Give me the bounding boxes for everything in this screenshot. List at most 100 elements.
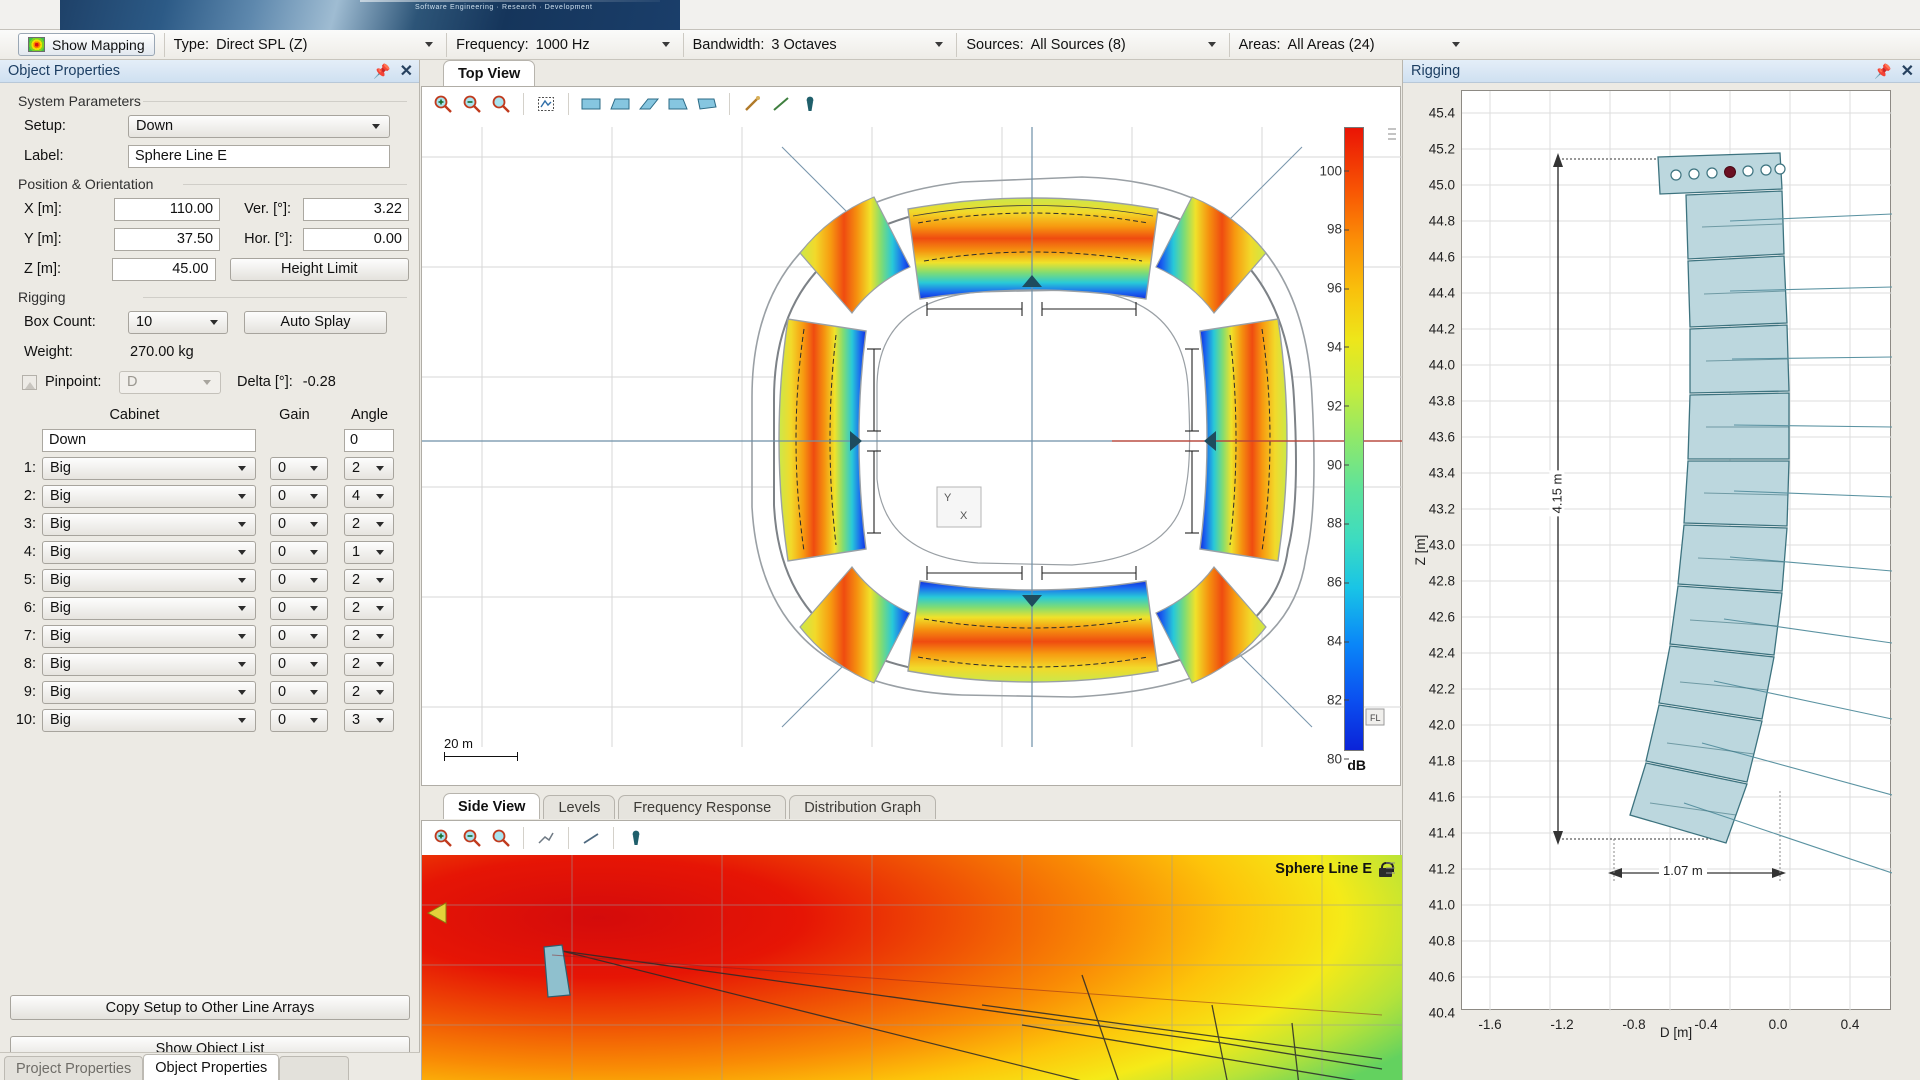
chevron-down-icon [310,549,318,555]
cabinet-type-select[interactable]: Big [42,680,256,704]
cabinet-gain-value: 0 [278,712,287,728]
bandwidth-value: 3 Octaves [771,36,837,53]
cabinet-gain-select[interactable]: 0 [270,568,328,592]
rigging-y-tick: 42.4 [1428,645,1455,661]
cabinet-type-select[interactable]: Big [42,652,256,676]
top-frame-value: Down [49,432,87,448]
cabinet-angle-select[interactable]: 3 [344,708,394,732]
cabinet-gain-select[interactable]: 0 [270,512,328,536]
cabinet-type-select[interactable]: Big [42,568,256,592]
weight-row: Weight: 270.00 kg [10,338,409,366]
cabinet-angle-select[interactable]: 1 [344,540,394,564]
rigging-y-tick: 45.2 [1428,141,1455,157]
rigging-x-tick: 0.0 [1768,1017,1788,1032]
cabinet-type-select[interactable]: Big [42,596,256,620]
frequency-selector[interactable]: Frequency: 1000 Hz [456,37,674,53]
cabinet-gain-select[interactable]: 0 [270,624,328,648]
measure-line-icon[interactable] [533,825,559,851]
type-selector[interactable]: Type: Direct SPL (Z) [174,37,437,53]
zoom-in-icon[interactable] [430,825,456,851]
cabinet-row: 3: Big 0 2 [10,510,409,538]
chevron-down-icon [210,319,218,325]
cabinet-type-select[interactable]: Big [42,708,256,732]
resize-handle[interactable] [1384,859,1398,899]
hor-input[interactable]: 0.00 [303,227,409,251]
cabinet-gain-select[interactable]: 0 [270,680,328,704]
z-input[interactable]: 45.00 [111,257,216,281]
rigging-y-tick: 43.0 [1428,537,1455,553]
rigging-title-text: Rigging [1411,63,1461,79]
cabinet-type-select[interactable]: Big [42,540,256,564]
toolbar-divider [1228,32,1230,57]
cabinet-type-select[interactable]: Big [42,624,256,648]
pin-icon[interactable]: 📌 [373,63,390,80]
draw-line-icon[interactable] [578,825,604,851]
cabinet-type-select[interactable]: Big [42,456,256,480]
label-input[interactable]: Sphere Line E [128,144,390,168]
cabinet-gain-select[interactable]: 0 [270,456,328,480]
cabinet-angle-select[interactable]: 2 [344,596,394,620]
cabinet-gain-select[interactable]: 0 [270,596,328,620]
height-limit-button[interactable]: Height Limit [229,257,409,281]
cabinet-gain-select[interactable]: 0 [270,484,328,508]
chevron-down-icon[interactable] [425,42,434,47]
cabinet-type-select[interactable]: Big [42,484,256,508]
tab-project-properties[interactable]: Project Properties [4,1056,144,1080]
cabinet-angle-select[interactable]: 2 [344,456,394,480]
top-frame-input[interactable]: Down [42,428,256,452]
setup-select[interactable]: Down [128,114,390,138]
chevron-down-icon[interactable] [661,42,670,47]
rigging-plot[interactable]: 45.4 45.2 45.0 44.8 44.6 44.4 44.2 44.0 43.8 43.6… [1429,90,1892,1032]
cabinet-type-value: Big [50,516,71,532]
copy-setup-button[interactable]: Copy Setup to Other Line Arrays [10,995,410,1020]
place-source-icon[interactable] [623,825,649,851]
tab-distribution-graph[interactable]: Distribution Graph [789,795,937,819]
center-views: Top View Y X FL 20 m 100 98 96 94 92 90 … [421,60,1402,1080]
pin-icon[interactable]: 📌 [1874,63,1891,80]
frequency-label: Frequency: [456,36,529,53]
cabinet-row: 2: Big 0 4 [10,482,409,510]
side-view-canvas[interactable]: Sphere Line E 5 m [421,820,1402,1080]
cabinet-gain-select[interactable]: 0 [270,652,328,676]
chevron-down-icon [310,605,318,611]
show-mapping-button[interactable]: Show Mapping [18,33,155,56]
cabinet-angle-select[interactable]: 2 [344,624,394,648]
delta-label: Delta [°]: [237,374,293,390]
cabinet-type-select[interactable]: Big [42,512,256,536]
zoom-fit-icon[interactable] [488,825,514,851]
chevron-down-icon[interactable] [935,42,944,47]
tab-top-view[interactable]: Top View [443,60,536,86]
auto-splay-button[interactable]: Auto Splay [244,310,387,334]
cabinet-angle-select[interactable]: 2 [344,680,394,704]
cabinet-angle-select[interactable]: 4 [344,484,394,508]
chevron-down-icon[interactable] [1207,42,1216,47]
y-input[interactable]: 37.50 [114,227,221,251]
ver-input[interactable]: 3.22 [303,197,409,221]
close-icon[interactable]: ✕ [1901,61,1914,81]
cabinet-angle-select[interactable]: 2 [344,568,394,592]
rigging-y-tick: 41.2 [1428,861,1455,877]
tab-object-properties[interactable]: Object Properties [143,1054,280,1080]
tab-side-view[interactable]: Side View [443,793,541,819]
tab-levels[interactable]: Levels [543,795,616,819]
chevron-down-icon[interactable] [1451,42,1460,47]
pinpoint-checkbox[interactable] [22,374,37,390]
zoom-out-icon[interactable] [459,825,485,851]
chevron-down-icon [238,465,246,471]
top-view-canvas[interactable]: Y X FL 20 m 100 98 96 94 92 90 88 86 84 … [421,86,1402,786]
cabinet-angle-select[interactable]: 2 [344,652,394,676]
top-view-tabstrip: Top View [421,60,1401,86]
x-input[interactable]: 110.00 [114,197,221,221]
bandwidth-selector[interactable]: Bandwidth: 3 Octaves [693,37,948,53]
box-count-select[interactable]: 10 [128,310,228,334]
pinpoint-select[interactable]: D [119,370,221,394]
tab-frequency-response[interactable]: Frequency Response [618,795,787,819]
cabinet-gain-select[interactable]: 0 [270,540,328,564]
cabinet-type-value: Big [50,684,71,700]
cabinet-gain-select[interactable]: 0 [270,708,328,732]
close-icon[interactable]: ✕ [400,61,413,81]
cabinet-angle-select[interactable]: 2 [344,512,394,536]
top-frame-angle-input[interactable]: 0 [344,428,394,452]
sources-selector[interactable]: Sources: All Sources (8) [966,37,1219,53]
areas-selector[interactable]: Areas: All Areas (24) [1239,37,1464,53]
